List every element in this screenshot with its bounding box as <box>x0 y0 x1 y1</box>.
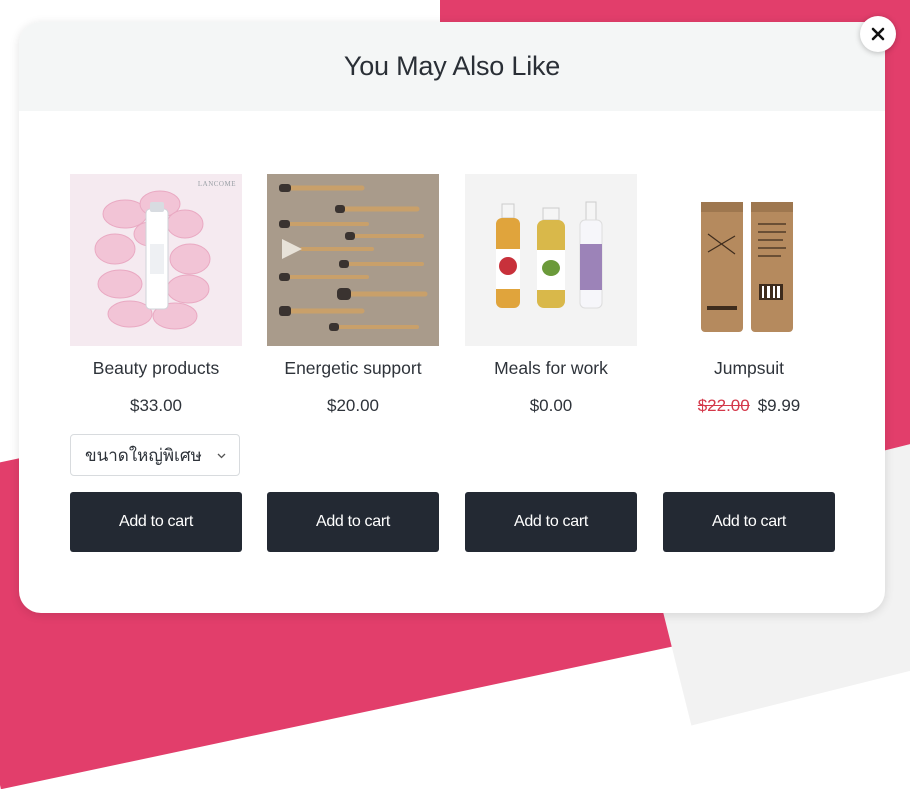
add-to-cart-button[interactable]: Add to cart <box>663 492 835 552</box>
product-price: $0.00 <box>529 396 573 415</box>
product-name[interactable]: Meals for work <box>455 358 647 379</box>
product-grid: LANCOME Beauty products $33.00 ขนาดใหญ่พ… <box>70 174 836 554</box>
product-image[interactable]: LANCOME <box>70 174 242 346</box>
original-price: $22.00 <box>697 396 750 415</box>
product-image[interactable] <box>465 174 637 346</box>
close-icon <box>871 27 885 41</box>
product-card: Meals for work $0.00 Add to cart <box>465 174 637 552</box>
variant-value: ขนาดใหญ่พิเศษ <box>85 445 202 465</box>
product-name[interactable]: Energetic support <box>257 358 449 379</box>
product-image[interactable] <box>663 174 835 346</box>
chevron-down-icon <box>217 453 226 458</box>
product-card: Jumpsuit $22.00 $9.99 Add to cart <box>663 174 835 552</box>
product-name[interactable]: Jumpsuit <box>653 358 845 379</box>
close-button[interactable] <box>860 16 896 52</box>
product-card: LANCOME Beauty products $33.00 ขนาดใหญ่พ… <box>70 174 242 552</box>
add-to-cart-button[interactable]: Add to cart <box>70 492 242 552</box>
sale-price: $9.99 <box>757 396 801 415</box>
upsell-modal: You May Also Like LANCOME Beauty product… <box>19 22 885 613</box>
add-to-cart-button[interactable]: Add to cart <box>267 492 439 552</box>
product-image[interactable] <box>267 174 439 346</box>
product-price: $22.00 $9.99 <box>663 396 835 416</box>
variant-select[interactable]: ขนาดใหญ่พิเศษ <box>70 434 240 476</box>
product-name[interactable]: Beauty products <box>60 358 252 379</box>
modal-header: You May Also Like <box>19 22 885 111</box>
modal-title: You May Also Like <box>343 51 561 81</box>
product-price: $33.00 <box>130 396 182 415</box>
add-to-cart-button[interactable]: Add to cart <box>465 492 637 552</box>
product-price: $20.00 <box>327 396 379 415</box>
brand-watermark: LANCOME <box>197 180 236 188</box>
product-card: Energetic support $20.00 Add to cart <box>267 174 439 552</box>
